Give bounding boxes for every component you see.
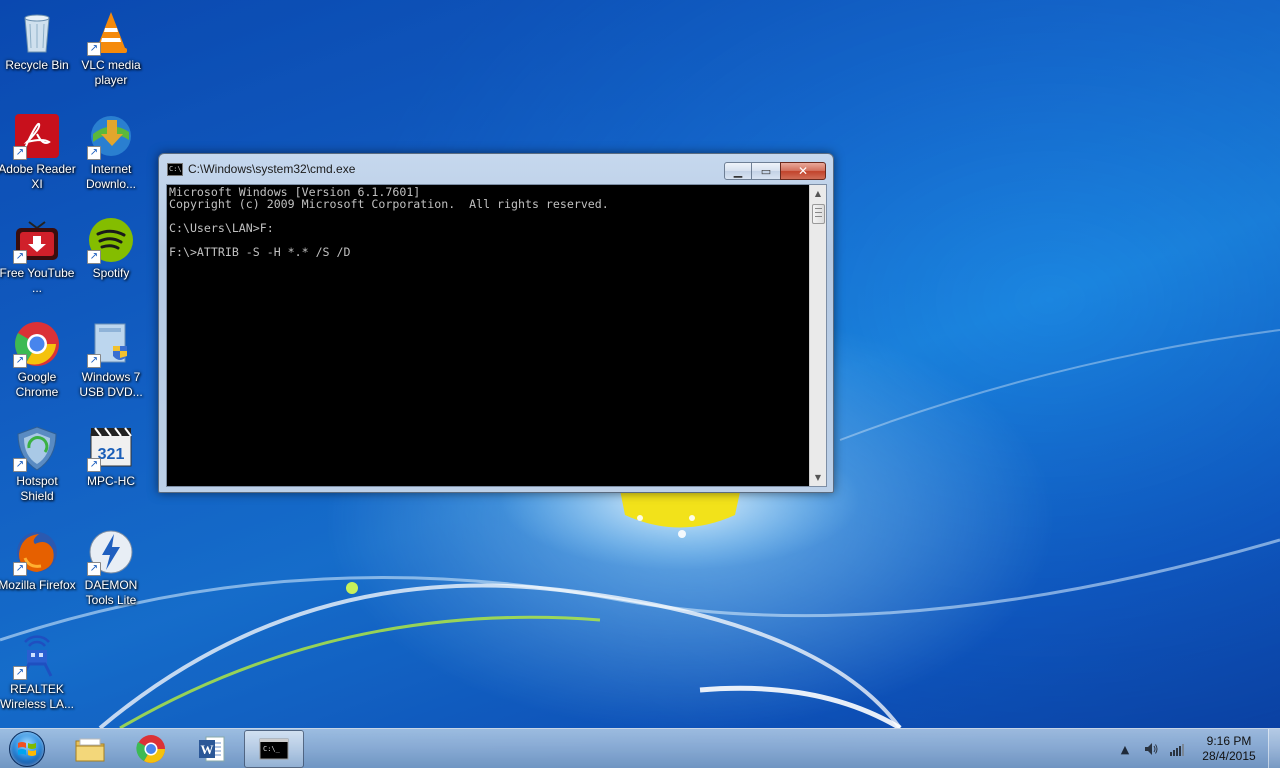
desktop-icon-adobe-reader[interactable]: ↗ Adobe Reader XI xyxy=(0,108,76,212)
daemon-tools-icon: ↗ xyxy=(87,528,135,576)
desktop-icon-mozilla-firefox[interactable]: ↗ Mozilla Firefox xyxy=(0,524,76,628)
window-title: C:\Windows\system32\cmd.exe xyxy=(188,162,356,176)
taskbar-cmd-button[interactable]: C:\_ xyxy=(244,730,304,768)
vlc-icon: ↗ xyxy=(87,8,135,56)
window-controls: ▁ ▭ ✕ xyxy=(724,162,826,180)
windows7-usb-dvd-tool-icon: ↗ xyxy=(87,320,135,368)
internet-download-manager-icon: ↗ xyxy=(87,112,135,160)
cmd-app-icon: C:\ xyxy=(167,162,183,176)
shortcut-arrow-icon: ↗ xyxy=(87,354,101,368)
chrome-icon xyxy=(136,735,165,763)
desktop-icon-label: Mozilla Firefox xyxy=(0,578,76,592)
windows-logo-icon xyxy=(9,731,45,767)
console-line: F:\>ATTRIB -S -H *.* /S /D xyxy=(169,245,351,259)
adobe-reader-icon: ↗ xyxy=(13,112,61,160)
desktop-icon-internet-download-manager[interactable]: ↗ Internet Downlo... xyxy=(74,108,148,212)
svg-text:C:\_: C:\_ xyxy=(263,745,281,753)
free-youtube-downloader-icon: ↗ xyxy=(13,216,61,264)
desktop-icon-label: REALTEK Wireless LA... xyxy=(0,682,74,711)
taskbar: W C:\_ ▲ 9:16 PM 28/4/2015 xyxy=(0,728,1280,768)
taskbar-chrome-button[interactable] xyxy=(121,730,181,768)
shortcut-arrow-icon: ↗ xyxy=(87,562,101,576)
clock[interactable]: 9:16 PM 28/4/2015 xyxy=(1198,734,1260,764)
chrome-icon: ↗ xyxy=(13,320,61,368)
system-tray: ▲ 9:16 PM 28/4/2015 xyxy=(1112,729,1280,768)
folder-icon xyxy=(75,738,105,762)
desktop-icon-hotspot-shield[interactable]: ↗ Hotspot Shield xyxy=(0,420,74,524)
maximize-button[interactable]: ▭ xyxy=(751,162,781,180)
shortcut-arrow-icon: ↗ xyxy=(13,562,27,576)
console-output: Microsoft Windows [Version 6.1.7601] Copy… xyxy=(169,186,805,484)
shortcut-arrow-icon: ↗ xyxy=(87,42,101,56)
vertical-scrollbar[interactable]: ▲ ▼ xyxy=(809,185,826,486)
clock-date: 28/4/2015 xyxy=(1202,749,1256,763)
desktop-icon-mpc-hc[interactable]: 321 ↗ MPC-HC xyxy=(74,420,148,524)
shortcut-arrow-icon: ↗ xyxy=(87,250,101,264)
clock-time: 9:16 PM xyxy=(1206,734,1252,748)
network-signal-icon[interactable] xyxy=(1169,741,1185,757)
shortcut-arrow-icon: ↗ xyxy=(13,250,27,264)
desktop-icon-label: Adobe Reader XI xyxy=(0,162,76,191)
show-hidden-icons-button[interactable]: ▲ xyxy=(1117,741,1133,757)
shortcut-arrow-icon: ↗ xyxy=(87,146,101,160)
console-area[interactable]: Microsoft Windows [Version 6.1.7601] Copy… xyxy=(166,184,827,487)
window-titlebar[interactable]: C:\ C:\Windows\system32\cmd.exe ▁ ▭ ✕ xyxy=(159,154,833,184)
start-button[interactable] xyxy=(6,731,48,767)
desktop-icon-label: Spotify xyxy=(92,266,130,280)
scroll-down-icon[interactable]: ▼ xyxy=(810,469,826,486)
desktop-icon-realtek-wireless[interactable]: ↗ REALTEK Wireless LA... xyxy=(0,628,74,732)
scroll-thumb[interactable] xyxy=(812,204,825,224)
desktop-icon-label: DAEMON Tools Lite xyxy=(84,578,138,607)
desktop-icon-free-youtube-downloader[interactable]: ↗ Free YouTube ... xyxy=(0,212,74,316)
mpc-hc-icon: 321 ↗ xyxy=(87,424,135,472)
desktop-icon-windows7-usb-dvd-tool[interactable]: ↗ Windows 7 USB DVD... xyxy=(74,316,148,420)
desktop-icon-label: Free YouTube ... xyxy=(0,266,75,295)
console-line: C:\Users\LAN>F: xyxy=(169,221,274,235)
desktop-icon-label: MPC-HC xyxy=(87,474,135,488)
recycle-bin-icon xyxy=(13,8,61,56)
spotify-icon: ↗ xyxy=(87,216,135,264)
minimize-button[interactable]: ▁ xyxy=(724,162,752,180)
desktop-icon-recycle-bin[interactable]: Recycle Bin xyxy=(0,4,74,108)
taskbar-explorer-button[interactable] xyxy=(60,730,120,768)
svg-text:W: W xyxy=(201,742,214,757)
shortcut-arrow-icon: ↗ xyxy=(13,458,27,472)
shortcut-arrow-icon: ↗ xyxy=(13,666,27,680)
word-icon: W xyxy=(199,736,225,762)
desktop-icon-google-chrome[interactable]: ↗ Google Chrome xyxy=(0,316,74,420)
desktop-icon-spotify[interactable]: ↗ Spotify xyxy=(74,212,148,316)
desktop-icon-daemon-tools[interactable]: ↗ DAEMON Tools Lite xyxy=(74,524,148,628)
shortcut-arrow-icon: ↗ xyxy=(13,354,27,368)
firefox-icon: ↗ xyxy=(13,528,61,576)
desktop-icon-label: Recycle Bin xyxy=(5,58,69,72)
volume-icon[interactable] xyxy=(1143,741,1159,757)
desktop-icon-label: Internet Downlo... xyxy=(85,162,137,191)
svg-text:321: 321 xyxy=(98,446,125,463)
shortcut-arrow-icon: ↗ xyxy=(87,458,101,472)
desktop-icon-label: Windows 7 USB DVD... xyxy=(79,370,143,399)
desktop-icon-label: VLC media player xyxy=(81,58,141,87)
desktop-icon-label: Google Chrome xyxy=(15,370,59,399)
close-button[interactable]: ✕ xyxy=(780,162,826,180)
scroll-up-icon[interactable]: ▲ xyxy=(810,185,826,202)
realtek-wireless-icon: ↗ xyxy=(13,632,61,680)
taskbar-word-button[interactable]: W xyxy=(182,730,242,768)
shortcut-arrow-icon: ↗ xyxy=(13,146,27,160)
cmd-icon: C:\_ xyxy=(259,738,289,760)
console-line: Copyright (c) 2009 Microsoft Corporation… xyxy=(169,197,609,211)
cmd-window[interactable]: C:\ C:\Windows\system32\cmd.exe ▁ ▭ ✕ Mi… xyxy=(158,153,834,493)
hotspot-shield-icon: ↗ xyxy=(13,424,61,472)
desktop-icon-vlc[interactable]: ↗ VLC media player xyxy=(74,4,148,108)
show-desktop-button[interactable] xyxy=(1268,729,1280,768)
desktop-icon-label: Hotspot Shield xyxy=(16,474,58,503)
